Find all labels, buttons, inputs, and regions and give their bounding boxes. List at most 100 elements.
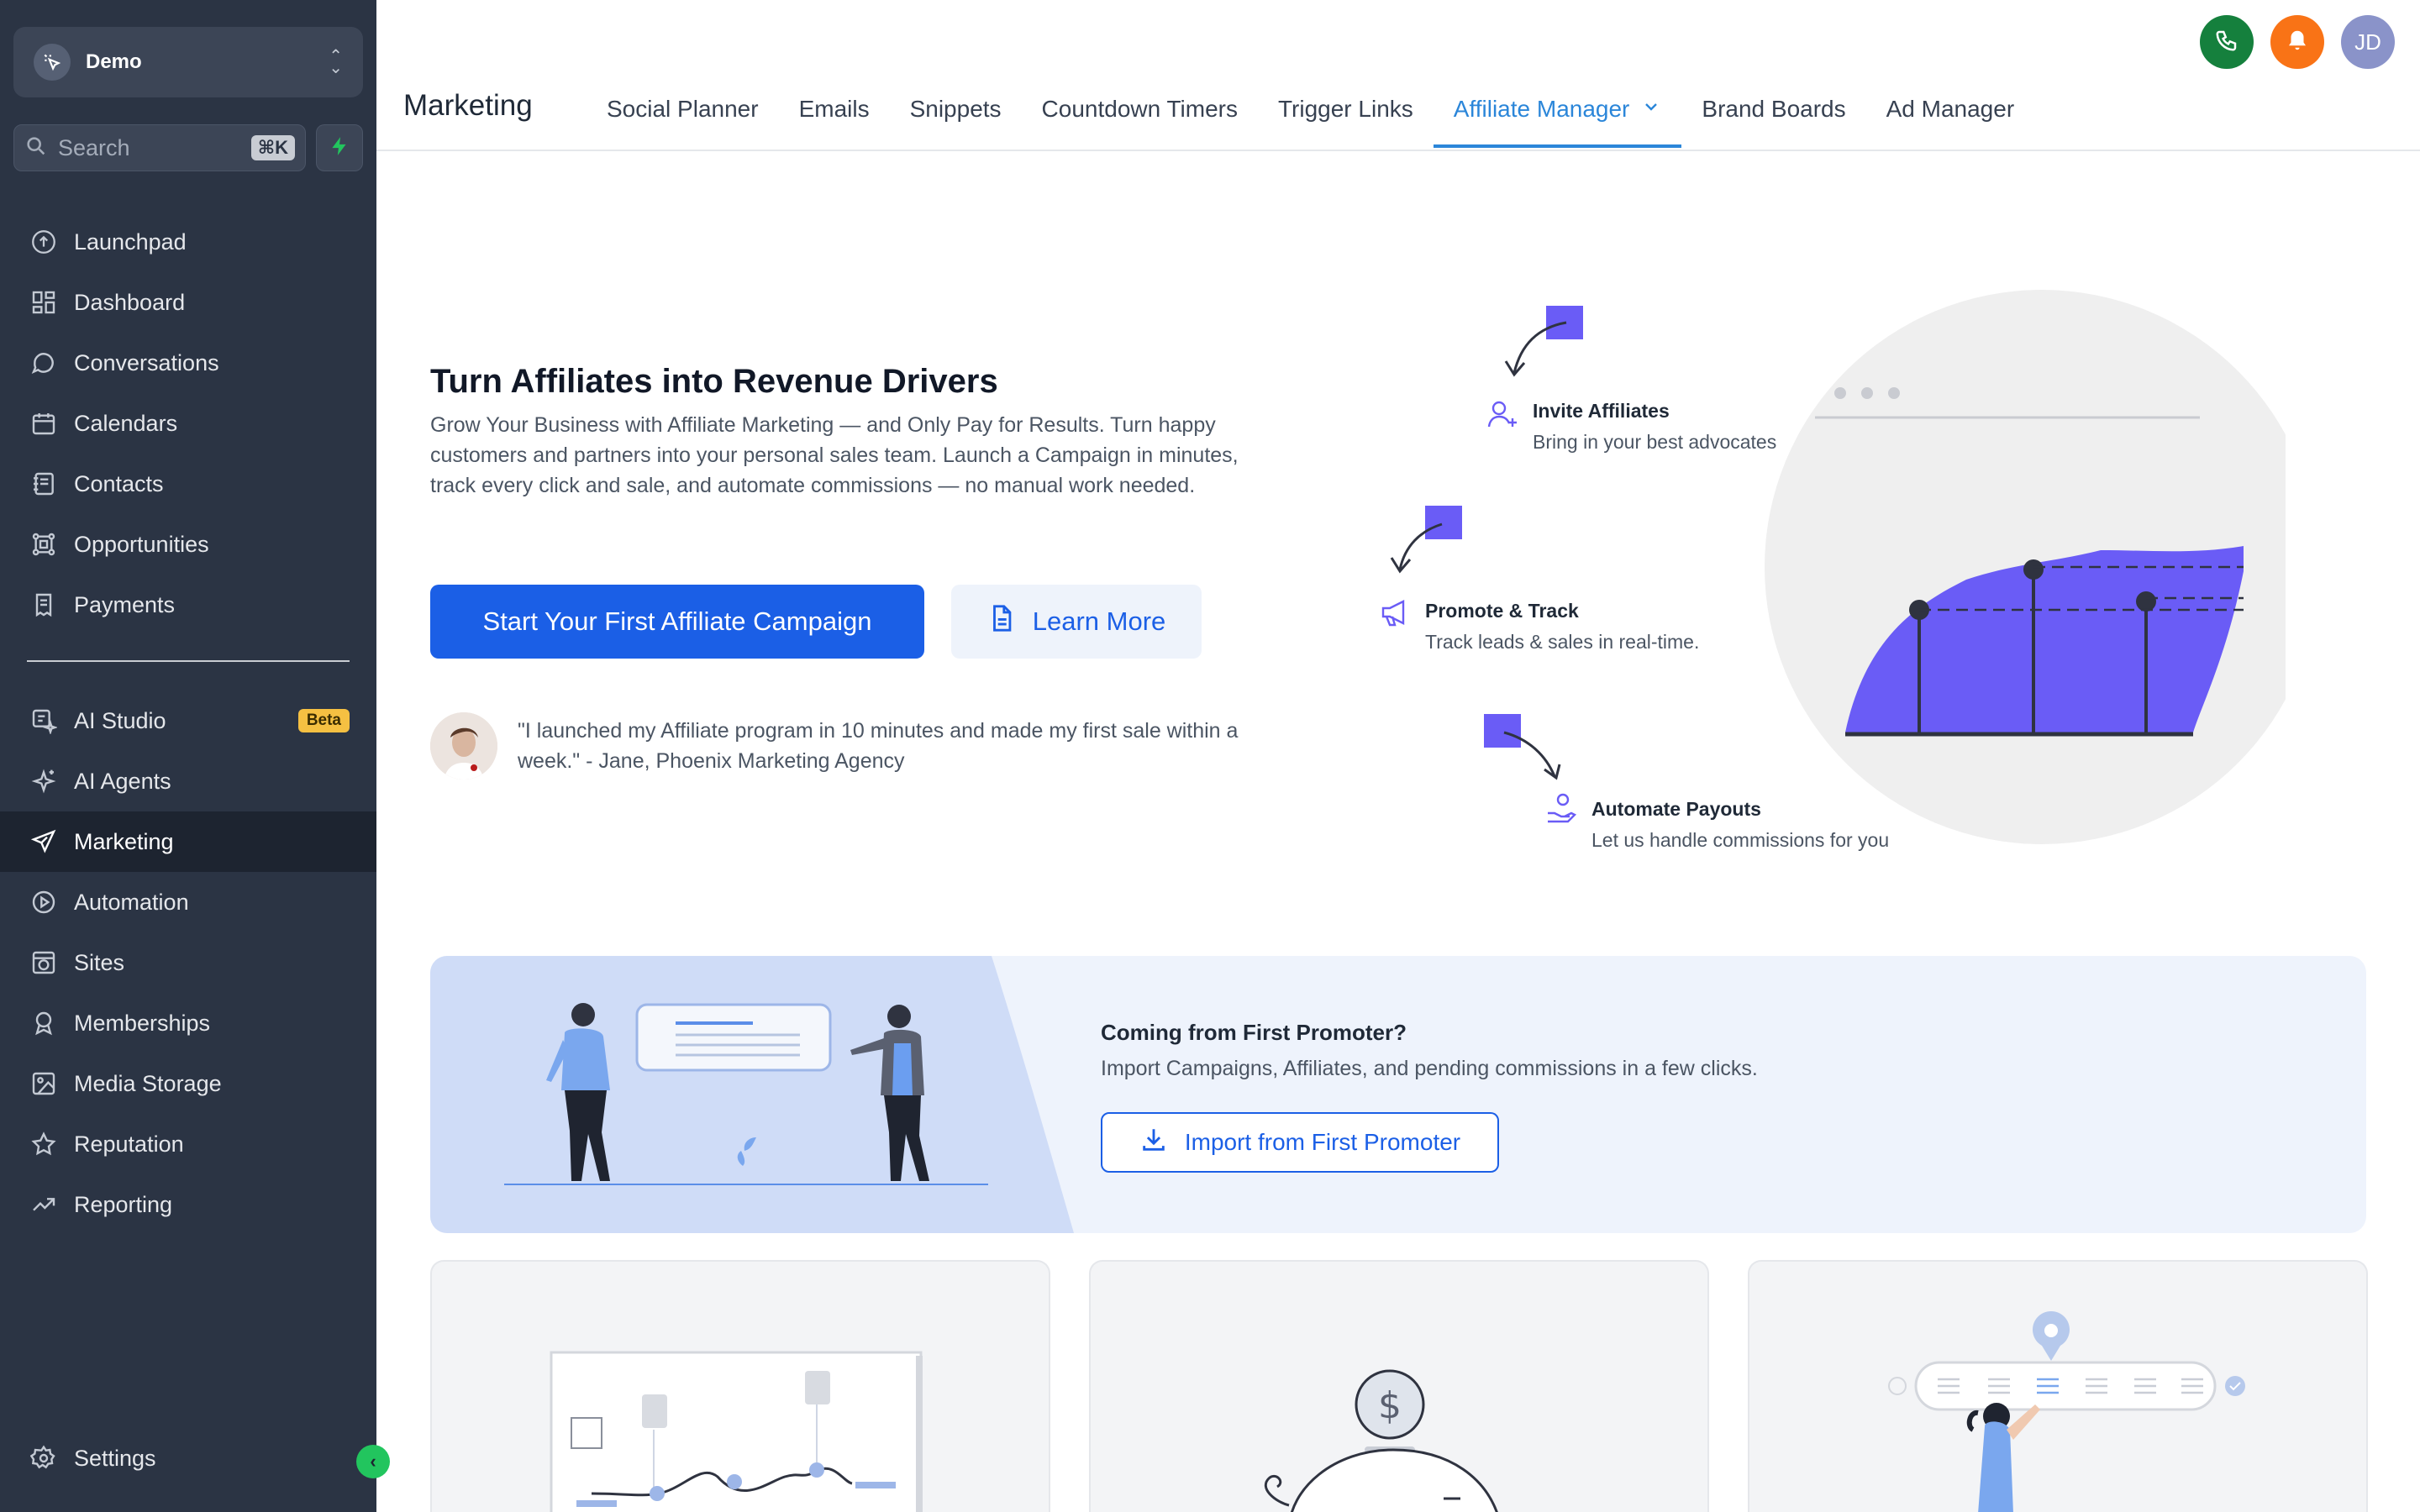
sidebar-item-memberships[interactable]: Memberships	[0, 993, 376, 1053]
step-invite-affiliates: Invite Affiliates Bring in your best adv…	[1533, 400, 1776, 454]
sidebar-item-reputation[interactable]: Reputation	[0, 1114, 376, 1174]
sidebar-item-opportunities[interactable]: Opportunities	[0, 514, 376, 575]
tab-countdown-timers[interactable]: Countdown Timers	[1022, 84, 1258, 148]
trend-icon	[27, 1188, 60, 1221]
start-affiliate-campaign-button[interactable]: Start Your First Affiliate Campaign	[430, 585, 924, 659]
testimonial-avatar	[430, 712, 497, 780]
phone-icon	[2214, 28, 2239, 57]
learn-more-label: Learn More	[1032, 606, 1166, 636]
search-box[interactable]: ⌘K	[13, 124, 306, 171]
search-shortcut: ⌘K	[250, 135, 295, 160]
sidebar-item-label: Memberships	[74, 1010, 211, 1036]
star-icon	[27, 1127, 60, 1161]
sidebar-item-launchpad[interactable]: Launchpad	[0, 212, 376, 272]
sidebar-item-ai-agents[interactable]: AI Agents	[0, 751, 376, 811]
sparkle-icon	[27, 764, 60, 798]
search-input[interactable]	[58, 134, 251, 161]
document-icon	[987, 604, 1016, 639]
sidebar-item-label: Launchpad	[74, 228, 187, 255]
sidebar: Demo ⌃⌄ ⌘K Launchpad Dashboard Conversat…	[0, 0, 390, 1512]
sidebar-item-label: Sites	[74, 949, 125, 975]
sidebar-item-automation[interactable]: Automation	[0, 872, 376, 932]
banner-title: Coming from First Promoter?	[1101, 1020, 1407, 1045]
sidebar-item-dashboard[interactable]: Dashboard	[0, 272, 376, 333]
bell-icon	[2285, 28, 2310, 57]
sidebar-divider	[27, 660, 350, 662]
invite-affiliates-icon	[1487, 401, 1517, 428]
feature-card-tracking	[430, 1260, 1050, 1512]
sidebar-item-media-storage[interactable]: Media Storage	[0, 1053, 376, 1114]
sidebar-item-label: Settings	[74, 1445, 156, 1471]
banner-subtitle: Import Campaigns, Affiliates, and pendin…	[1101, 1057, 1758, 1080]
step-title: Automate Payouts	[1591, 798, 1761, 820]
hero-description: Grow Your Business with Affiliate Market…	[430, 413, 1239, 497]
sidebar-nav-secondary: AI Studio Beta AI Agents Marketing Autom…	[0, 690, 376, 1235]
marketing-tabs: Social Planner Emails Snippets Countdown…	[587, 84, 2034, 151]
tab-emails[interactable]: Emails	[779, 84, 890, 148]
user-avatar[interactable]: JD	[2341, 15, 2395, 69]
dashboard-icon	[27, 286, 60, 319]
learn-more-button[interactable]: Learn More	[951, 585, 1202, 659]
image-icon	[27, 1067, 60, 1100]
payments-icon	[27, 588, 60, 622]
phone-button[interactable]	[2200, 15, 2254, 69]
sidebar-item-calendars[interactable]: Calendars	[0, 393, 376, 454]
contacts-icon	[27, 467, 60, 501]
step-subtitle: Track leads & sales in real-time.	[1425, 631, 1700, 653]
sidebar-item-label: Conversations	[74, 349, 219, 375]
tab-ad-manager[interactable]: Ad Manager	[1866, 84, 2035, 148]
step-title: Invite Affiliates	[1533, 400, 1670, 422]
search-icon	[24, 134, 48, 162]
quick-action-button[interactable]	[316, 124, 363, 171]
beta-badge: Beta	[297, 709, 350, 732]
chevron-down-icon	[1641, 96, 1661, 123]
megaphone-icon	[1381, 600, 1405, 627]
step-promote-track: Promote & Track Track leads & sales in r…	[1425, 600, 1699, 654]
sidebar-item-label: Marketing	[74, 828, 174, 854]
collapse-sidebar-button[interactable]: ‹	[356, 1445, 390, 1478]
header-actions: JD	[2200, 15, 2395, 69]
account-switcher[interactable]: Demo ⌃ ⌄	[13, 27, 363, 97]
ai-studio-icon	[27, 704, 60, 738]
tab-trigger-links[interactable]: Trigger Links	[1258, 84, 1434, 148]
import-first-promoter-button[interactable]: Import from First Promoter	[1101, 1112, 1499, 1173]
tab-brand-boards[interactable]: Brand Boards	[1681, 84, 1865, 148]
gear-icon	[27, 1441, 60, 1475]
import-button-label: Import from First Promoter	[1184, 1129, 1461, 1155]
chevron-left-icon: ‹	[370, 1451, 376, 1472]
sidebar-item-label: Media Storage	[74, 1070, 222, 1096]
tab-label: Affiliate Manager	[1453, 96, 1630, 122]
sidebar-item-marketing[interactable]: Marketing	[0, 811, 376, 872]
sidebar-item-contacts[interactable]: Contacts	[0, 454, 376, 514]
hand-coin-icon	[1548, 793, 1577, 823]
tab-social-planner[interactable]: Social Planner	[587, 84, 779, 148]
import-banner: Coming from First Promoter? Import Campa…	[430, 956, 2366, 1233]
tracking-illustration	[550, 1351, 923, 1512]
sidebar-item-label: Reporting	[74, 1191, 173, 1217]
sidebar-item-payments[interactable]: Payments	[0, 575, 376, 635]
automation-icon	[27, 885, 60, 919]
sidebar-item-label: Contacts	[74, 470, 164, 496]
notifications-button[interactable]	[2270, 15, 2324, 69]
account-logo-icon	[34, 44, 71, 81]
sidebar-item-reporting[interactable]: Reporting	[0, 1174, 376, 1235]
tab-affiliate-manager[interactable]: Affiliate Manager	[1433, 84, 1682, 148]
piggy-bank-illustration: $	[1264, 1369, 1498, 1512]
page-title: Marketing	[403, 89, 533, 122]
step-subtitle: Bring in your best advocates	[1533, 431, 1777, 453]
sidebar-item-label: Opportunities	[74, 531, 209, 557]
sidebar-item-label: Reputation	[74, 1131, 184, 1157]
top-bar: Marketing Social Planner Emails Snippets…	[376, 0, 2420, 151]
hero-title: Turn Affiliates into Revenue Drivers	[430, 363, 998, 400]
sidebar-item-label: Payments	[74, 591, 176, 617]
tab-snippets[interactable]: Snippets	[890, 84, 1022, 148]
sidebar-item-sites[interactable]: Sites	[0, 932, 376, 993]
sidebar-item-settings[interactable]: Settings	[0, 1428, 376, 1488]
sidebar-item-label: Dashboard	[74, 289, 186, 315]
opportunities-icon	[27, 528, 60, 561]
sidebar-item-ai-studio[interactable]: AI Studio Beta	[0, 690, 376, 751]
feature-card-savings: $	[1089, 1260, 1709, 1512]
chevron-updown-icon: ⌃ ⌄	[329, 47, 343, 77]
svg-text:$: $	[1378, 1384, 1402, 1427]
sidebar-item-conversations[interactable]: Conversations	[0, 333, 376, 393]
